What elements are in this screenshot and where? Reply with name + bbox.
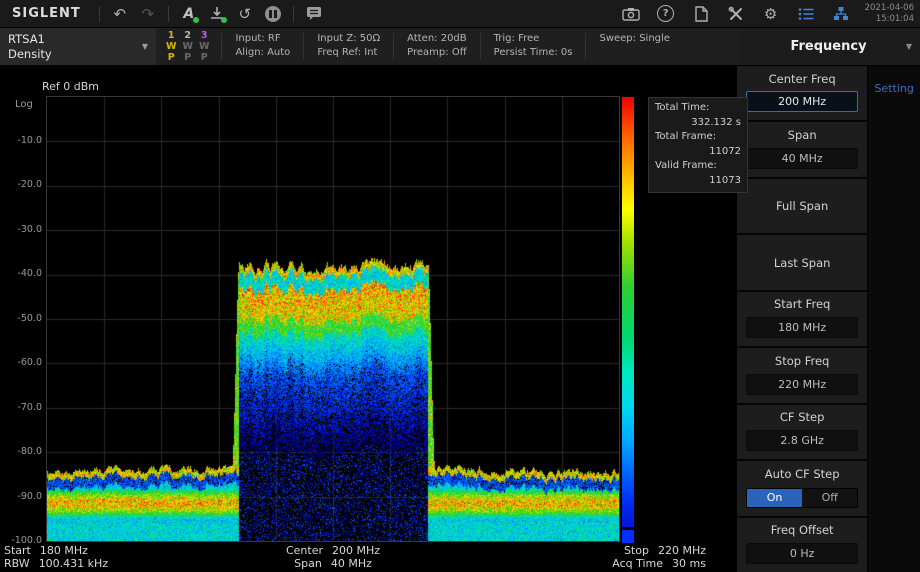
- toggle-on-button[interactable]: On: [747, 489, 802, 507]
- message-icon[interactable]: [300, 2, 328, 26]
- freq-offset-value[interactable]: 0 Hz: [746, 543, 858, 564]
- menu-item-start-freq[interactable]: Start Freq 180 MHz: [737, 292, 867, 346]
- help-icon[interactable]: ?: [653, 2, 679, 26]
- status-green-dot: [193, 17, 199, 23]
- redo-icon[interactable]: ↷: [134, 2, 162, 26]
- toggle-off-button[interactable]: Off: [802, 489, 857, 507]
- panel-side-strip: Setting: [867, 66, 920, 572]
- info-label: Total Frame:: [655, 130, 741, 145]
- menu-title-bar[interactable]: Frequency ▼: [737, 28, 920, 66]
- auto-cf-step-toggle: On Off: [746, 488, 858, 508]
- mode-line1: RTSA1: [8, 32, 52, 47]
- status-green-dot: [221, 17, 227, 23]
- info-label: Total Time:: [655, 101, 741, 116]
- trigger-status-group: Trig: Free Persist Time: 0s: [485, 28, 582, 65]
- y-axis-tick: -10.0: [0, 135, 42, 146]
- trace-2-indicator[interactable]: 2 W P: [182, 31, 192, 63]
- y-axis-tick: -70.0: [0, 402, 42, 413]
- datetime-display: 2021-04-06 15:01:04: [863, 3, 914, 24]
- acq-time-label: Acq Time30 ms: [612, 557, 706, 570]
- spectrum-canvas[interactable]: [46, 96, 620, 542]
- menu-list-icon[interactable]: [793, 2, 819, 26]
- info-value: 11072: [655, 145, 741, 160]
- info-value: 11073: [655, 174, 741, 189]
- mode-line2: Density: [8, 47, 52, 62]
- span-value[interactable]: 40 MHz: [746, 148, 858, 169]
- menu-item-cf-step[interactable]: CF Step 2.8 GHz: [737, 405, 867, 459]
- stop-freq-value[interactable]: 220 MHz: [746, 374, 858, 395]
- acquisition-info-box: Total Time: 332.132 s Total Frame: 11072…: [648, 97, 748, 193]
- screenshot-camera-icon[interactable]: [618, 2, 644, 26]
- status-bar: RTSA1 Density ▼ 1 W P 2 W P 3 W: [0, 28, 737, 66]
- top-toolbar: SIGLENT ↶ ↷ A ↺ ? ⚙: [0, 0, 920, 28]
- tab-setting[interactable]: Setting: [868, 82, 920, 95]
- menu-item-last-span[interactable]: Last Span: [737, 235, 867, 289]
- ref-level-label: Ref 0 dBm: [42, 80, 99, 93]
- info-value: 332.132 s: [655, 116, 741, 131]
- chevron-down-icon: ▼: [142, 42, 148, 51]
- atten-status-group: Atten: 20dB Preamp: Off: [398, 28, 475, 65]
- menu-item-center-freq[interactable]: Center Freq 200 MHz: [737, 66, 867, 120]
- network-lan-icon[interactable]: [828, 2, 854, 26]
- time-text: 15:01:04: [865, 14, 914, 25]
- auto-tune-icon[interactable]: A: [175, 2, 203, 26]
- preset-history-icon[interactable]: ↺: [231, 2, 259, 26]
- date-text: 2021-04-06: [865, 3, 914, 14]
- menu-item-freq-offset[interactable]: Freq Offset 0 Hz: [737, 518, 867, 572]
- info-label: Valid Frame:: [655, 159, 741, 174]
- density-colorbar: [622, 97, 634, 527]
- start-freq-value[interactable]: 180 MHz: [746, 317, 858, 338]
- toolbar-separator: [99, 6, 100, 22]
- density-colorbar-min-block: [622, 530, 634, 543]
- trace-3-indicator[interactable]: 3 W P: [199, 31, 209, 63]
- file-icon[interactable]: [688, 2, 714, 26]
- siglent-logo: SIGLENT: [0, 6, 93, 21]
- menu-item-full-span[interactable]: Full Span: [737, 179, 867, 233]
- y-axis-tick: -30.0: [0, 224, 42, 235]
- side-menu-panel: Frequency ▼ Center Freq 200 MHz Span 40 …: [737, 28, 920, 572]
- stop-freq-label: Stop220 MHz: [612, 544, 706, 557]
- sweep-status-group: Sweep: Single: [590, 28, 678, 65]
- trace-indicator-table[interactable]: 1 W P 2 W P 3 W P: [156, 28, 217, 65]
- y-axis-tick: -50.0: [0, 313, 42, 324]
- menu-item-stop-freq[interactable]: Stop Freq 220 MHz: [737, 348, 867, 402]
- cf-step-value[interactable]: 2.8 GHz: [746, 430, 858, 451]
- chevron-down-icon: ▼: [906, 42, 912, 51]
- settings-gear-icon[interactable]: ⚙: [758, 2, 784, 26]
- y-axis-tick: -80.0: [0, 446, 42, 457]
- tools-icon[interactable]: [723, 2, 749, 26]
- toolbar-right-group: ? ⚙ 2021-04-06 15:01:04: [618, 2, 920, 26]
- measurement-mode-select[interactable]: RTSA1 Density ▼: [0, 28, 156, 65]
- menu-item-span[interactable]: Span 40 MHz: [737, 122, 867, 176]
- menu-items-column: Center Freq 200 MHz Span 40 MHz Full Spa…: [737, 66, 867, 572]
- y-axis-tick: -60.0: [0, 357, 42, 368]
- y-axis-tick: -90.0: [0, 491, 42, 502]
- toolbar-separator: [168, 6, 169, 22]
- scale-label: Log: [15, 99, 33, 110]
- menu-item-auto-cf-step[interactable]: Auto CF Step On Off: [737, 461, 867, 515]
- center-freq-label: Center200 MHz: [47, 544, 619, 557]
- menu-title: Frequency: [790, 39, 866, 54]
- impedance-status-group: Input Z: 50Ω Freq Ref: Int: [308, 28, 389, 65]
- toolbar-separator: [293, 6, 294, 22]
- undo-icon[interactable]: ↶: [106, 2, 134, 26]
- input-status-group: Input: RF Align: Auto: [226, 28, 299, 65]
- save-state-icon[interactable]: [203, 2, 231, 26]
- span-label: Span40 MHz: [47, 557, 619, 570]
- center-freq-value[interactable]: 200 MHz: [746, 91, 858, 112]
- trace-1-indicator[interactable]: 1 W P: [166, 31, 176, 63]
- spectrum-plot-area: Ref 0 dBm Log -10.0 -20.0 -30.0 -40.0 -5…: [0, 66, 737, 572]
- pause-sweep-icon[interactable]: [259, 2, 287, 26]
- y-axis-tick: -40.0: [0, 268, 42, 279]
- y-axis-tick: -20.0: [0, 179, 42, 190]
